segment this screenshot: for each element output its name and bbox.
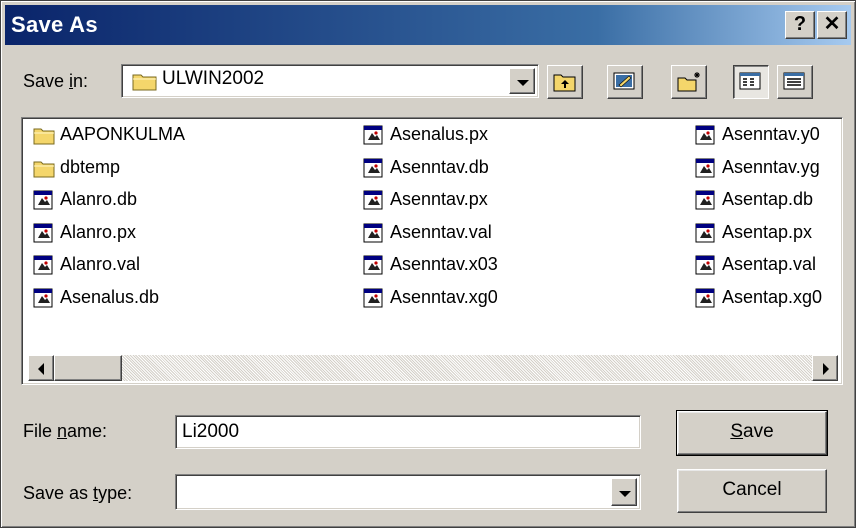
file-name-text: Alanro.val [60,254,141,274]
file-item[interactable]: Asenntav.px [363,188,663,212]
file-icon [33,190,55,210]
folder-item[interactable]: dbtemp [33,156,333,180]
scroll-thumb[interactable] [54,355,122,381]
save-as-type-combo[interactable] [175,474,641,510]
file-icon [363,158,385,178]
arrow-left-icon [38,363,44,375]
close-button[interactable]: ✕ [817,11,847,39]
folder-icon [132,71,158,91]
file-icon [695,255,717,275]
save-as-type-dropdown-button[interactable] [611,478,637,506]
file-item[interactable]: Asenntav.db [363,156,663,180]
file-item[interactable]: Asentap.val [695,253,833,277]
save-in-dropdown-button[interactable] [509,68,535,94]
list-view-button[interactable] [733,65,769,99]
file-item[interactable]: Asenntav.x03 [363,253,663,277]
scroll-right-button[interactable] [812,355,838,381]
help-button[interactable]: ? [785,11,815,39]
file-icon [363,288,385,308]
file-name-text: Asenntav.yg [722,157,820,177]
folder-item[interactable]: AAPONKULMA [33,123,333,147]
file-icon [33,255,55,275]
file-icon [695,125,717,145]
new-folder-button[interactable] [671,65,707,99]
details-view-icon [783,72,805,90]
file-name-text: Asentap.px [722,222,813,242]
save-as-dialog: Save As ? ✕ Save in: ULWIN2002 AAPONKULM… [0,0,856,528]
file-item[interactable]: Asenntav.y0 [695,123,833,147]
folder-icon [33,125,55,145]
up-one-level-button[interactable] [547,65,583,99]
scroll-left-button[interactable] [28,355,54,381]
file-item[interactable]: Asentap.xg0 [695,286,833,310]
file-item[interactable]: Alanro.px [33,221,333,245]
save-in-value: ULWIN2002 [162,68,265,89]
file-icon [695,158,717,178]
chevron-down-icon [619,491,631,497]
file-name-text: Asenntav.val [390,222,492,242]
up-one-level-icon [553,74,576,92]
file-icon [33,223,55,243]
file-icon [363,223,385,243]
file-name-input[interactable]: Li2000 [175,415,641,449]
new-folder-icon [677,72,700,92]
file-name-value: Li2000 [182,421,240,442]
chevron-down-icon [517,80,529,86]
save-button[interactable]: Save [676,410,828,456]
file-item[interactable]: Alanro.db [33,188,333,212]
file-item[interactable]: Asentap.px [695,221,833,245]
file-name-label: File name: [23,421,108,441]
file-icon [363,190,385,210]
list-view-icon [739,72,761,90]
save-in-combo[interactable]: ULWIN2002 [121,64,539,98]
file-name-text: Alanro.db [60,189,138,209]
file-icon [695,223,717,243]
file-item[interactable]: Asenntav.val [363,221,663,245]
arrow-right-icon [823,363,829,375]
file-name-text: Asenntav.y0 [722,124,820,144]
file-icon [363,125,385,145]
file-icon [33,288,55,308]
title-bar[interactable]: Save As ? ✕ [5,5,851,45]
save-in-label: Save in: [23,71,89,91]
folder-icon [33,158,55,178]
file-item[interactable]: Asentap.db [695,188,833,212]
file-icon [363,255,385,275]
file-name-text: AAPONKULMA [60,124,186,144]
file-icon [695,288,717,308]
file-item[interactable]: Alanro.val [33,253,333,277]
details-view-button[interactable] [777,65,813,99]
file-list: AAPONKULMA dbtemp Alanro.db Alanro.px Alanro… [23,121,843,383]
file-name-text: Asentap.db [722,189,814,209]
file-icon [695,190,717,210]
cancel-button[interactable]: Cancel [677,469,827,513]
desktop-button[interactable] [607,65,643,99]
file-name-text: Alanro.px [60,222,137,242]
file-name-text: dbtemp [60,157,121,177]
file-name-text: Asentap.val [722,254,817,274]
horizontal-scrollbar[interactable] [28,355,838,381]
file-name-text: Asenntav.x03 [390,254,498,274]
dialog-title: Save As [11,12,98,37]
file-name-text: Asenalus.px [390,124,489,144]
file-name-text: Asentap.xg0 [722,287,823,307]
file-item[interactable]: Asenntav.yg [695,156,833,180]
file-name-text: Asenntav.xg0 [390,287,498,307]
file-item[interactable]: Asenalus.db [33,286,333,310]
save-as-type-label: Save as type: [23,483,133,503]
file-name-text: Asenntav.db [390,157,489,177]
file-item[interactable]: Asenalus.px [363,123,663,147]
desktop-icon [613,72,635,90]
file-name-text: Asenalus.db [60,287,160,307]
file-name-text: Asenntav.px [390,189,488,209]
file-item[interactable]: Asenntav.xg0 [363,286,663,310]
